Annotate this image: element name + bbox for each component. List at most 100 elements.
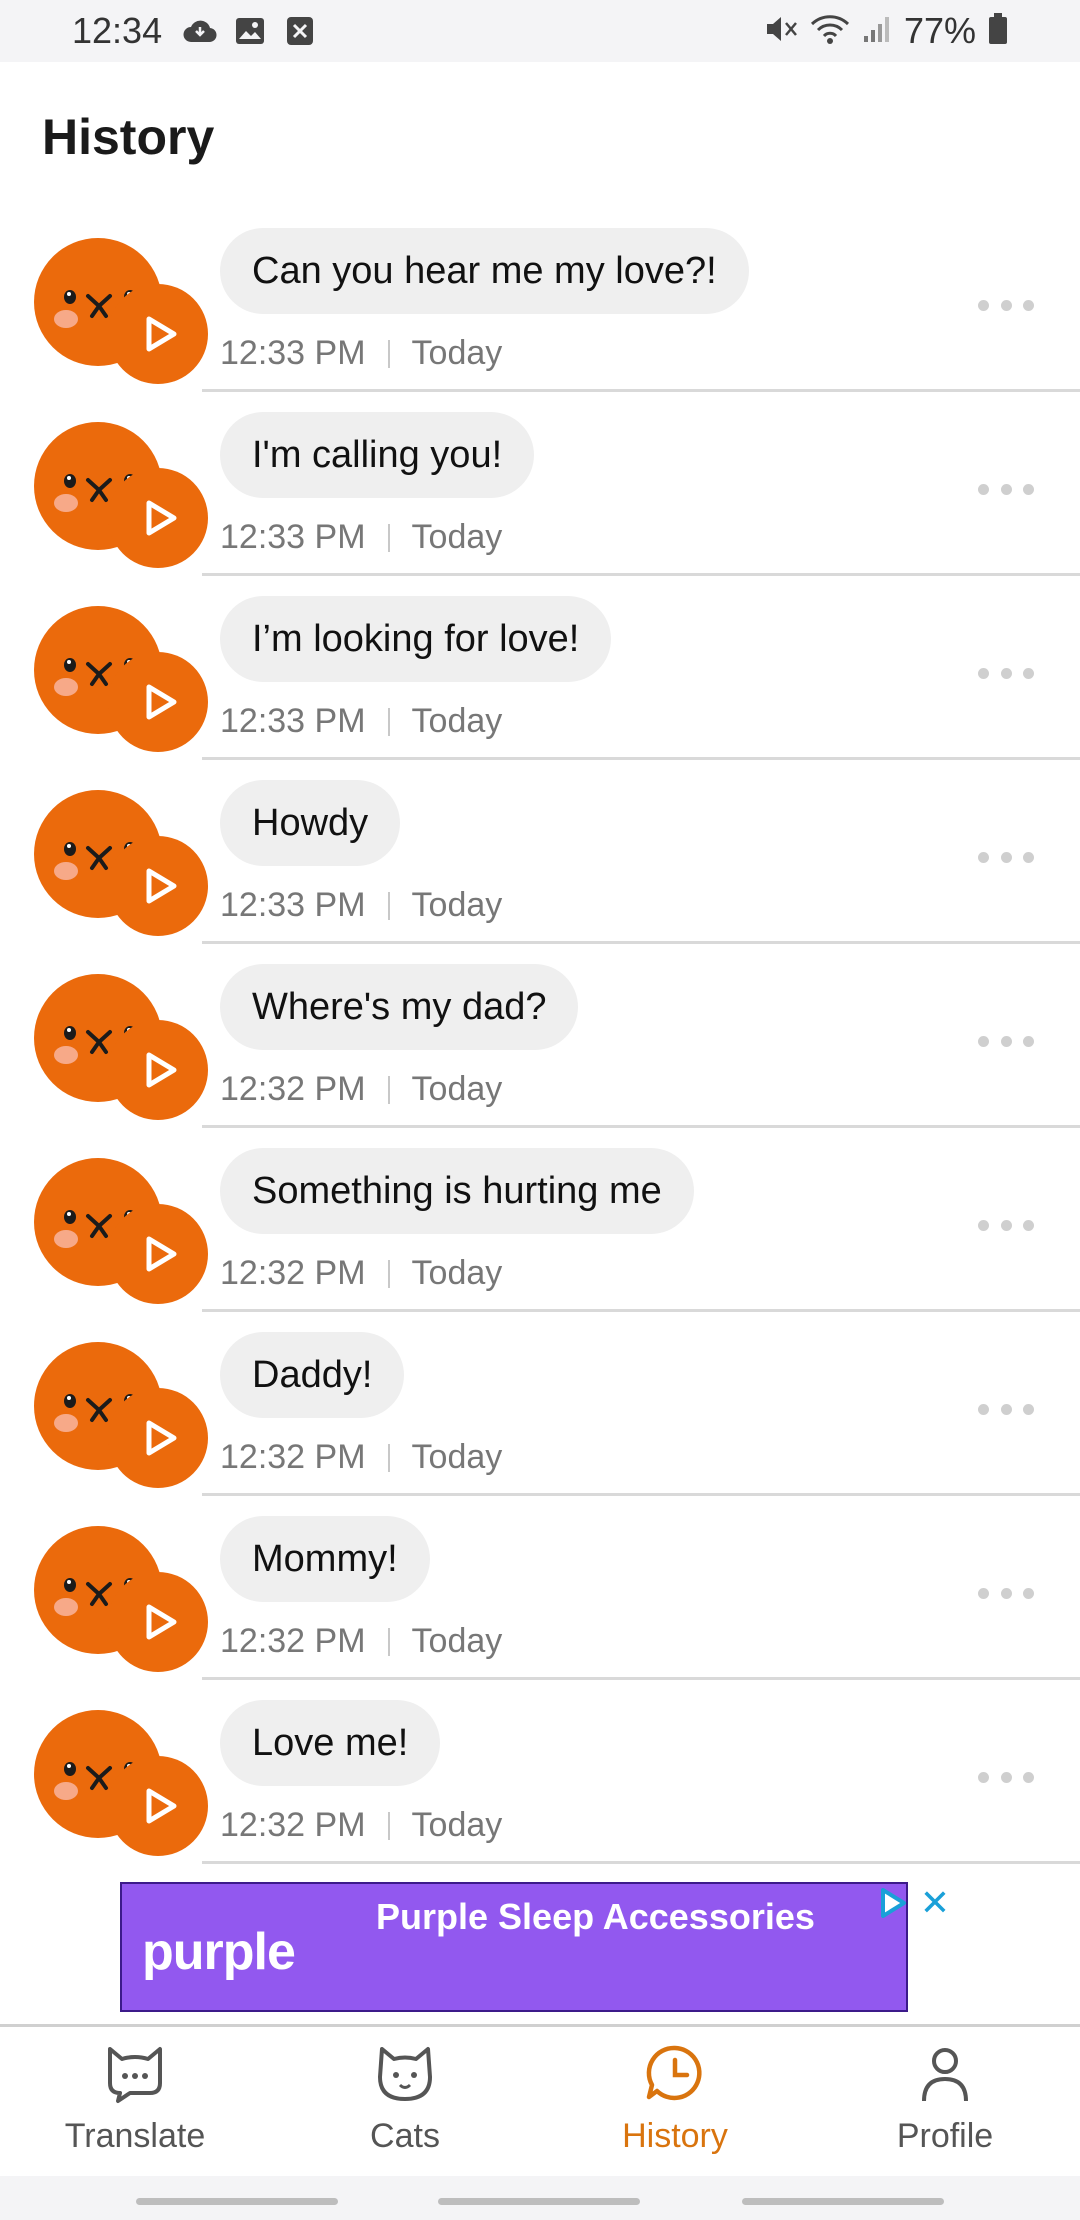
- message-bubble[interactable]: I’m looking for love!: [220, 596, 612, 682]
- ad-banner[interactable]: purple Purple Sleep Accessories: [120, 1882, 908, 2012]
- play-button[interactable]: [108, 1572, 208, 1672]
- nav-translate[interactable]: Translate: [0, 2027, 270, 2176]
- message-bubble[interactable]: Mommy!: [220, 1516, 430, 1602]
- play-icon: [146, 1052, 177, 1088]
- cat-cheek-icon: [54, 678, 78, 696]
- message-day: Today: [411, 1622, 503, 1660]
- dot-icon: [978, 299, 989, 311]
- message-meta: 12:33 PM Today: [220, 518, 502, 557]
- signal-icon: [862, 14, 892, 49]
- gesture-pill[interactable]: [742, 2198, 944, 2205]
- dot-icon: [1000, 483, 1012, 495]
- play-button[interactable]: [108, 468, 208, 568]
- cat-eye-icon: [64, 842, 76, 856]
- nav-history[interactable]: History: [540, 2027, 810, 2176]
- more-options-button[interactable]: [978, 474, 1034, 504]
- message-bubble[interactable]: Can you hear me my love?!: [220, 228, 749, 314]
- history-item[interactable]: I'm calling you! 12:33 PM Today: [0, 392, 1080, 576]
- play-icon: [146, 1236, 177, 1272]
- history-item[interactable]: Howdy 12:33 PM Today: [0, 760, 1080, 944]
- message-day: Today: [411, 518, 503, 556]
- message-bubble[interactable]: Something is hurting me: [220, 1148, 694, 1234]
- message-time: 12:32 PM: [220, 1254, 366, 1292]
- cat-eye-icon: [64, 1210, 76, 1224]
- dot-icon: [978, 1219, 989, 1231]
- message-bubble[interactable]: Howdy: [220, 780, 401, 866]
- message-time: 12:32 PM: [220, 1622, 366, 1660]
- play-button[interactable]: [108, 836, 208, 936]
- play-button[interactable]: [108, 1020, 208, 1120]
- meta-separator: [387, 707, 390, 736]
- history-item[interactable]: Something is hurting me 12:32 PM Today: [0, 1128, 1080, 1312]
- history-item[interactable]: Daddy! 12:32 PM Today: [0, 1312, 1080, 1496]
- message-bubble[interactable]: Daddy!: [220, 1332, 405, 1418]
- dot-icon: [1000, 1403, 1012, 1415]
- row-divider: [202, 1861, 1080, 1864]
- play-icon: [146, 1788, 177, 1824]
- history-item[interactable]: I’m looking for love! 12:33 PM Today: [0, 576, 1080, 760]
- dot-icon: [978, 1035, 989, 1047]
- ad-title: Purple Sleep Accessories: [376, 1896, 815, 1937]
- message-bubble[interactable]: Love me!: [220, 1700, 441, 1786]
- cat-eye-icon: [64, 290, 76, 304]
- gesture-pill[interactable]: [438, 2198, 640, 2205]
- cat-cheek-icon: [54, 1782, 78, 1800]
- more-options-button[interactable]: [978, 1210, 1034, 1240]
- dot-icon: [978, 1587, 989, 1599]
- meta-separator: [387, 891, 390, 920]
- play-button[interactable]: [108, 1756, 208, 1856]
- message-time: 12:33 PM: [220, 334, 366, 372]
- history-item[interactable]: Mommy! 12:32 PM Today: [0, 1496, 1080, 1680]
- dot-icon: [1023, 299, 1034, 311]
- message-time: 12:32 PM: [220, 1806, 366, 1844]
- history-item[interactable]: Where's my dad? 12:32 PM Today: [0, 944, 1080, 1128]
- dot-icon: [978, 483, 989, 495]
- play-button[interactable]: [108, 1388, 208, 1488]
- nav-profile[interactable]: Profile: [810, 2027, 1080, 2176]
- meta-separator: [387, 1443, 390, 1472]
- nav-label: Translate: [64, 2117, 206, 2155]
- cat-eye-icon: [64, 474, 76, 488]
- clock-chat-icon: [640, 2039, 710, 2109]
- message-meta: 12:33 PM Today: [220, 886, 502, 925]
- status-time: 12:34: [72, 10, 163, 51]
- more-options-button[interactable]: [978, 1026, 1034, 1056]
- more-options-button[interactable]: [978, 290, 1034, 320]
- person-icon: [910, 2039, 980, 2109]
- message-day: Today: [411, 1806, 503, 1844]
- message-time: 12:32 PM: [220, 1070, 366, 1108]
- status-notification-icons: [182, 14, 318, 48]
- dot-icon: [1023, 667, 1034, 679]
- nav-label: History: [622, 2117, 728, 2155]
- ad-close-button[interactable]: ✕: [918, 1885, 952, 1921]
- message-meta: 12:33 PM Today: [220, 334, 502, 373]
- play-icon: [146, 500, 177, 536]
- ad-choices-icon[interactable]: [876, 1886, 910, 1920]
- play-button[interactable]: [108, 284, 208, 384]
- dot-icon: [1000, 667, 1012, 679]
- play-button[interactable]: [108, 1204, 208, 1304]
- gesture-pill[interactable]: [136, 2198, 338, 2205]
- history-item[interactable]: Love me! 12:32 PM Today: [0, 1680, 1080, 1864]
- message-time: 12:32 PM: [220, 1438, 366, 1476]
- nav-cats[interactable]: Cats: [270, 2027, 540, 2176]
- history-item[interactable]: Can you hear me my love?! 12:33 PM Today: [0, 208, 1080, 392]
- more-options-button[interactable]: [978, 842, 1034, 872]
- cat-eye-icon: [64, 1394, 76, 1408]
- more-options-button[interactable]: [978, 658, 1034, 688]
- cat-cheek-icon: [54, 1230, 78, 1248]
- dot-icon: [1023, 1219, 1034, 1231]
- meta-separator: [387, 523, 390, 552]
- message-meta: 12:32 PM Today: [220, 1254, 502, 1293]
- message-bubble[interactable]: Where's my dad?: [220, 964, 579, 1050]
- dot-icon: [978, 1771, 989, 1783]
- message-time: 12:33 PM: [220, 518, 366, 556]
- play-button[interactable]: [108, 652, 208, 752]
- cloud-icon: [182, 14, 218, 48]
- message-meta: 12:32 PM Today: [220, 1070, 502, 1109]
- more-options-button[interactable]: [978, 1578, 1034, 1608]
- meta-separator: [387, 1627, 390, 1656]
- more-options-button[interactable]: [978, 1394, 1034, 1424]
- message-bubble[interactable]: I'm calling you!: [220, 412, 535, 498]
- more-options-button[interactable]: [978, 1762, 1034, 1792]
